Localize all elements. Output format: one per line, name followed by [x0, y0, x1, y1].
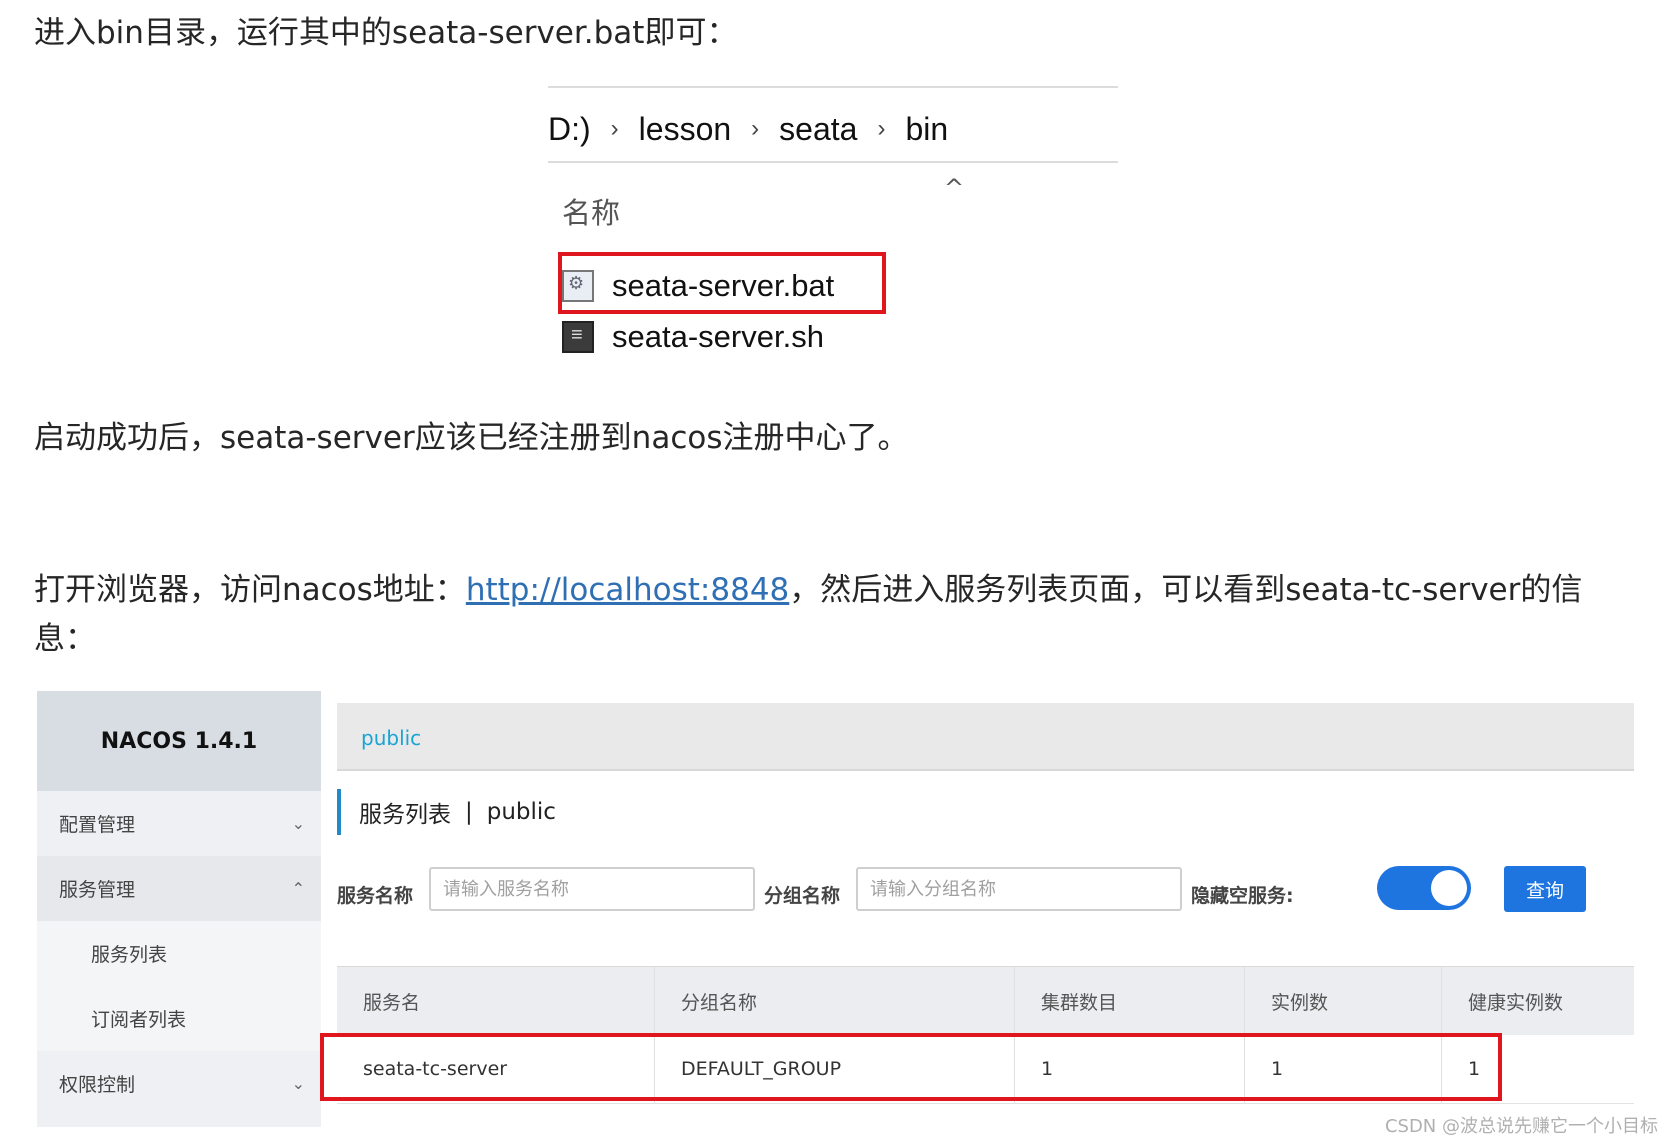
- instruction-paragraph: 打开浏览器，访问nacos地址：http://localhost:8848，然后…: [34, 565, 1582, 615]
- column-header: 健康实例数: [1468, 991, 1564, 1014]
- title-separator: |: [465, 799, 473, 825]
- chevron-right-icon: ›: [751, 115, 760, 142]
- query-button[interactable]: 查询: [1504, 866, 1586, 912]
- column-header-name[interactable]: 名称: [562, 190, 620, 232]
- sidebar-item-label: 订阅者列表: [91, 1009, 187, 1031]
- namespace-public[interactable]: public: [361, 726, 421, 750]
- hide-empty-label: 隐藏空服务:: [1191, 885, 1294, 907]
- sidebar-item-config[interactable]: 配置管理 ⌄: [37, 791, 321, 856]
- nacos-url-link[interactable]: http://localhost:8848: [466, 572, 789, 608]
- sidebar-item-label: 配置管理: [59, 814, 136, 836]
- service-name-input[interactable]: [429, 867, 755, 911]
- highlight-box: [558, 252, 886, 314]
- file-name: seata-server.sh: [612, 319, 824, 354]
- watermark: CSDN @波总说先赚它一个小目标: [1384, 1116, 1658, 1137]
- breadcrumb-bin[interactable]: bin: [905, 111, 948, 148]
- breadcrumb-seata[interactable]: seata: [779, 111, 857, 148]
- chevron-up-icon: ⌃: [291, 879, 305, 898]
- table-header: 服务名 分组名称 集群数目 实例数 健康实例数: [337, 966, 1634, 1035]
- chevron-down-icon: ⌄: [291, 814, 305, 833]
- page-title-text: 服务列表: [359, 802, 451, 828]
- sidebar-item-access-control[interactable]: 权限控制 ⌄: [37, 1051, 321, 1116]
- sidebar: NACOS 1.4.1 配置管理 ⌄ 服务管理 ⌃ 服务列表 订阅者列表 权限控…: [37, 691, 321, 1127]
- sidebar-item-label: 服务管理: [59, 879, 136, 901]
- column-header: 分组名称: [655, 967, 1015, 1035]
- divider: [548, 86, 1118, 88]
- hide-empty-toggle[interactable]: [1377, 866, 1471, 910]
- sidebar-item-label: 服务列表: [91, 944, 168, 966]
- toggle-knob: [1431, 870, 1467, 906]
- service-name-label: 服务名称: [337, 885, 414, 907]
- instruction-paragraph-line2: 息：: [34, 621, 96, 657]
- breadcrumb: D:) › lesson › seata › bin: [548, 104, 948, 154]
- page-title: 服务列表 | public: [337, 789, 556, 835]
- status-paragraph: 启动成功后，seata-server应该已经注册到nacos注册中心了。: [34, 420, 909, 456]
- sidebar-item-service-list[interactable]: 服务列表: [37, 921, 321, 986]
- column-header: 集群数目: [1015, 967, 1245, 1035]
- chevron-right-icon: ›: [610, 115, 619, 142]
- file-explorer-screenshot: D:) › lesson › seata › bin ^ 名称 seata-se…: [548, 86, 1118, 376]
- divider: [548, 161, 1118, 163]
- column-header: 实例数: [1245, 967, 1442, 1035]
- brand-logo: NACOS 1.4.1: [37, 691, 321, 791]
- text: ，然后进入服务列表页面，可以看到seata-tc-server的信: [789, 572, 1583, 608]
- chevron-down-icon: ⌄: [291, 1074, 305, 1093]
- sidebar-item-subscribers[interactable]: 订阅者列表: [37, 986, 321, 1051]
- page-title-namespace: public: [486, 799, 556, 825]
- group-name-label: 分组名称: [764, 885, 841, 907]
- group-name-input[interactable]: [856, 867, 1182, 911]
- highlight-box: [320, 1033, 1502, 1101]
- file-item-sh[interactable]: seata-server.sh: [562, 311, 824, 363]
- sort-ascending-icon[interactable]: ^: [944, 174, 964, 202]
- nacos-console-screenshot: NACOS 1.4.1 配置管理 ⌄ 服务管理 ⌃ 服务列表 订阅者列表 权限控…: [37, 691, 1634, 1127]
- sidebar-item-service-mgmt[interactable]: 服务管理 ⌃: [37, 856, 321, 921]
- column-header: 服务名: [337, 967, 655, 1035]
- namespace-bar: public: [337, 703, 1634, 771]
- sidebar-item-label: 权限控制: [59, 1074, 136, 1096]
- chevron-right-icon: ›: [877, 115, 886, 142]
- breadcrumb-lesson[interactable]: lesson: [639, 111, 732, 148]
- breadcrumb-drive[interactable]: D:): [548, 111, 591, 148]
- intro-paragraph: 进入bin目录，运行其中的seata-server.bat即可：: [34, 15, 738, 51]
- text: 打开浏览器，访问nacos地址：: [34, 572, 466, 608]
- script-file-icon: [562, 321, 594, 353]
